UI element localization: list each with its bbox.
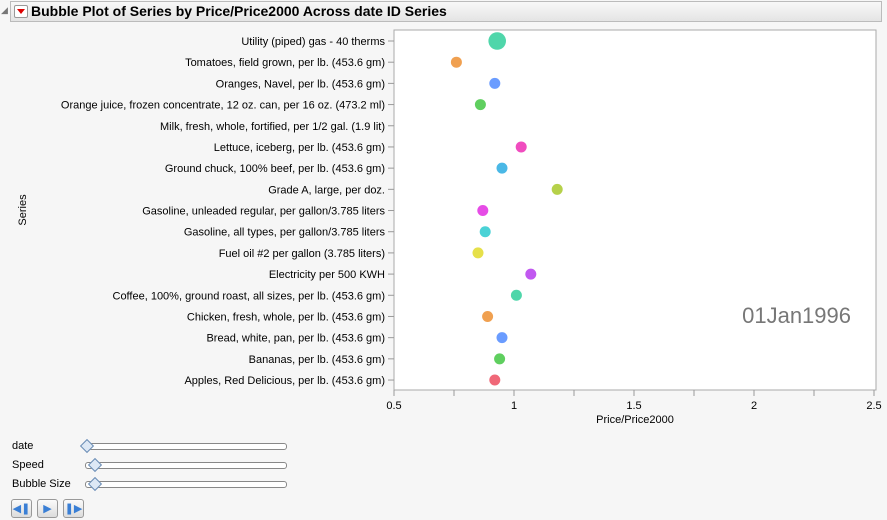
date-slider[interactable]	[79, 438, 287, 454]
bubble[interactable]	[488, 32, 507, 50]
bubble[interactable]	[489, 77, 501, 89]
bubble[interactable]	[450, 56, 462, 68]
speed-slider[interactable]	[85, 457, 287, 473]
bubble[interactable]	[474, 99, 486, 111]
y-tick-label: Ground chuck, 100% beef, per lb. (453.6 …	[165, 163, 385, 175]
y-tick-label: Tomatoes, field grown, per lb. (453.6 gm…	[185, 57, 385, 69]
y-tick-label: Apples, Red Delicious, per lb. (453.6 gm…	[184, 375, 385, 387]
bubble[interactable]	[496, 162, 508, 174]
y-tick-label: Coffee, 100%, ground roast, all sizes, p…	[113, 290, 386, 302]
y-tick-label: Fuel oil #2 per gallon (3.785 liters)	[219, 248, 385, 260]
bubble[interactable]	[477, 205, 489, 217]
y-tick-label: Grade A, large, per doz.	[268, 184, 385, 196]
bubble-size-slider-label: Bubble Size	[12, 478, 71, 490]
y-tick-label: Oranges, Navel, per lb. (453.6 gm)	[216, 78, 385, 90]
y-tick-label: Bread, white, pan, per lb. (453.6 gm)	[206, 333, 385, 345]
play-button[interactable]: ▶	[37, 499, 58, 518]
bubble[interactable]	[472, 247, 484, 259]
bubble[interactable]	[496, 332, 508, 344]
x-tick-label: 1.5	[626, 400, 641, 412]
date-slider-thumb[interactable]	[79, 438, 95, 454]
y-tick-label: Chicken, fresh, whole, per lb. (453.6 gm…	[187, 311, 385, 323]
frame-label: 01Jan1996	[742, 303, 851, 328]
bubble[interactable]	[551, 183, 563, 195]
bubble-plot: 01Jan1996 Utility (piped) gas - 40 therm…	[17, 29, 882, 426]
step-back-button[interactable]: ◀❚	[11, 499, 32, 518]
bubble[interactable]	[525, 268, 537, 280]
bubble[interactable]	[479, 226, 491, 238]
x-tick-label: 2.5	[866, 400, 881, 412]
plot-frame	[393, 29, 877, 391]
date-slider-label: date	[12, 440, 34, 452]
bubble-size-slider-thumb[interactable]	[87, 476, 102, 492]
x-axis-label: Price/Price2000	[596, 414, 674, 426]
y-tick-label: Electricity per 500 KWH	[269, 269, 385, 281]
x-tick-label: 1	[511, 400, 517, 412]
bubble[interactable]	[510, 289, 522, 301]
y-tick-label: Bananas, per lb. (453.6 gm)	[249, 354, 385, 366]
y-tick-label: Lettuce, iceberg, per lb. (453.6 gm)	[214, 142, 385, 154]
speed-slider-thumb[interactable]	[87, 457, 102, 473]
y-tick-label: Orange juice, frozen concentrate, 12 oz.…	[61, 100, 385, 112]
bubble[interactable]	[494, 353, 506, 365]
speed-slider-label: Speed	[12, 459, 44, 471]
y-tick-label: Utility (piped) gas - 40 therms	[241, 36, 385, 48]
x-tick-label: 0.5	[386, 400, 401, 412]
bubble[interactable]	[482, 310, 494, 322]
x-tick-label: 2	[751, 400, 757, 412]
y-axis-label: Series	[17, 194, 29, 226]
y-tick-label: Milk, fresh, whole, fortified, per 1/2 g…	[160, 121, 385, 133]
y-tick-label: Gasoline, unleaded regular, per gallon/3…	[142, 206, 385, 218]
y-tick-label: Gasoline, all types, per gallon/3.785 li…	[184, 227, 386, 239]
bubble[interactable]	[515, 141, 527, 153]
step-forward-button[interactable]: ❚▶	[63, 499, 84, 518]
bubble-size-slider[interactable]	[85, 476, 287, 492]
bubble[interactable]	[489, 374, 501, 386]
